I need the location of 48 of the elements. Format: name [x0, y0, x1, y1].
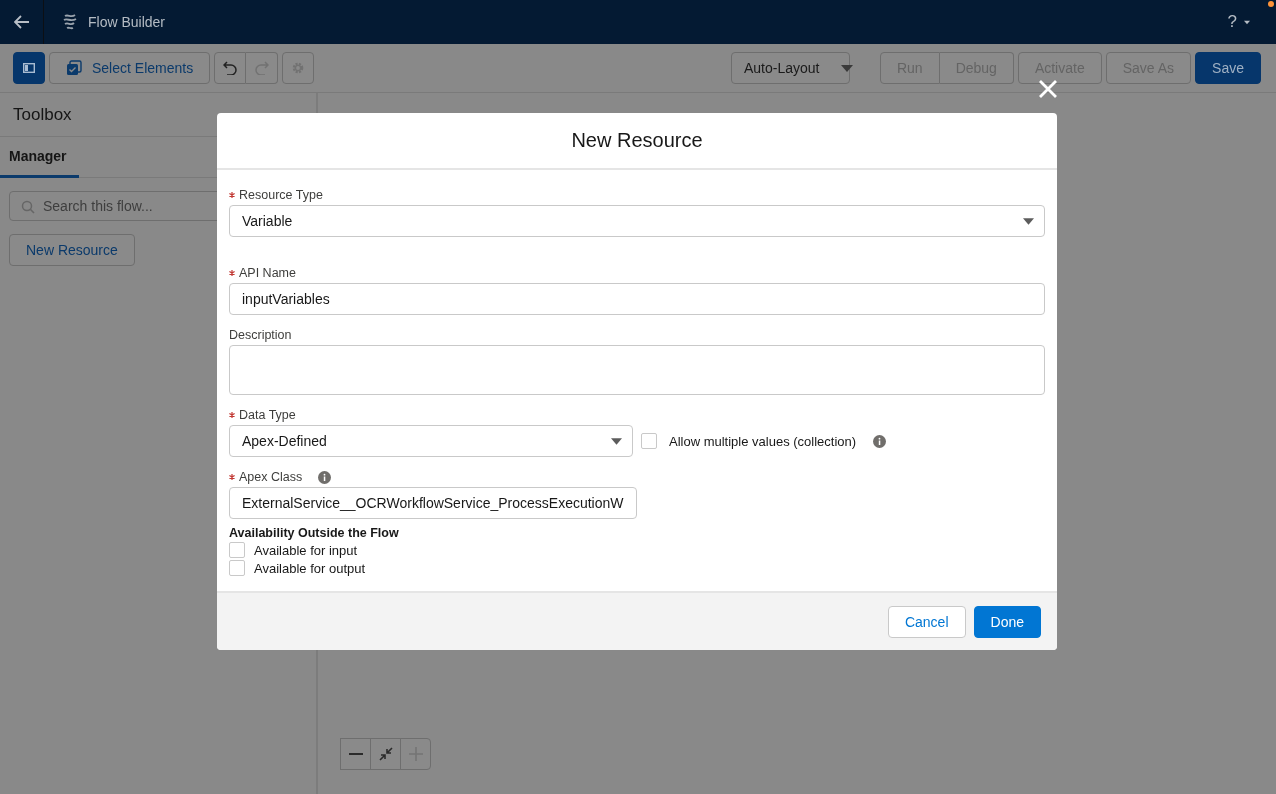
caret-icon	[841, 64, 854, 72]
dropdown-field[interactable]: Variable	[229, 205, 1045, 237]
tab[interactable]: Manager	[0, 137, 79, 178]
panel-toggle-button[interactable]	[13, 52, 45, 84]
undo-icon	[223, 61, 238, 75]
field-label: API Name	[239, 266, 296, 280]
notification-dot	[1268, 1, 1274, 7]
undo-button[interactable]	[214, 52, 247, 84]
checkbox[interactable]	[229, 560, 245, 576]
flow-icon	[62, 13, 78, 31]
caret-icon	[1244, 18, 1250, 26]
panel-heading: Toolbox	[13, 104, 72, 125]
checkbox[interactable]	[641, 433, 657, 449]
panel-icon	[23, 63, 35, 73]
app-title: Flow Builder	[88, 14, 166, 30]
help-button[interactable]: ?	[1227, 12, 1250, 32]
input-field[interactable]: inputVariables	[229, 283, 1045, 315]
close-button[interactable]	[1039, 80, 1057, 98]
dialog-button[interactable]: Done	[973, 605, 1041, 638]
select-elements-button[interactable]: Select Elements	[49, 52, 211, 84]
dialog-button[interactable]: Cancel	[887, 605, 966, 638]
field-label: Data Type	[239, 408, 296, 422]
checkbox[interactable]	[229, 542, 245, 558]
text-area[interactable]	[229, 345, 1045, 395]
zoom-out-button[interactable]	[340, 738, 371, 770]
help-glyph: ?	[1227, 12, 1237, 32]
select-icon	[66, 60, 82, 76]
dropdown-field[interactable]: Apex-Defined	[229, 425, 633, 457]
minus-icon	[348, 753, 363, 755]
redo-icon	[254, 61, 269, 75]
field-label: Description	[229, 328, 292, 342]
checkbox-label: Available for output	[254, 560, 366, 576]
section-heading: Availability Outside the Flow	[229, 526, 400, 540]
layout-dropdown[interactable]: Auto-Layout	[730, 52, 850, 84]
search-icon	[21, 200, 35, 214]
dialog-title: New Resource	[571, 129, 703, 152]
shrink-arrows-icon	[378, 747, 393, 761]
settings-icon	[291, 61, 306, 75]
input-field[interactable]: ExternalService__OCRWorkflowService_ProcessExecutionW	[229, 487, 637, 519]
back-icon	[13, 15, 30, 29]
fit-view-button[interactable]	[370, 738, 401, 770]
caret-icon	[611, 437, 622, 445]
field-label: Apex Class	[239, 470, 303, 484]
checkbox-label: Available for input	[254, 542, 358, 558]
new-resource-button[interactable]: New Resource	[9, 234, 135, 266]
checkbox-label: Allow multiple values (collection)	[669, 433, 857, 449]
action-button[interactable]: Save	[1195, 52, 1261, 84]
caret-icon	[1023, 217, 1034, 225]
